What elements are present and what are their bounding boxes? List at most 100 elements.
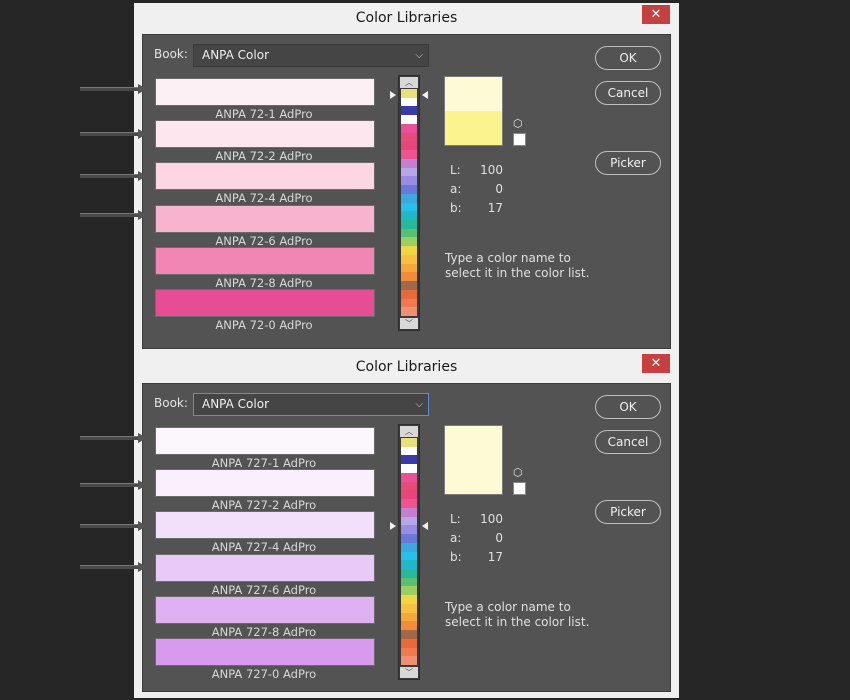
pointer-arrow-icon bbox=[80, 562, 148, 572]
lab-L-label: L: bbox=[450, 512, 461, 526]
swatch-label: ANPA 727-2 AdPro bbox=[211, 498, 317, 512]
dialog-body: Book: ANPA Color ⌵ ANPA 727-1 AdPro ANPA … bbox=[142, 383, 671, 692]
color-preview bbox=[444, 425, 503, 495]
lab-b-value: 17 bbox=[487, 550, 503, 564]
pointer-arrow-icon bbox=[80, 171, 148, 181]
color-strip-slider[interactable]: ︿ ﹀ bbox=[398, 424, 420, 680]
cancel-button[interactable]: Cancel bbox=[595, 81, 661, 105]
swatch-color bbox=[155, 638, 375, 666]
websafe-swatch[interactable] bbox=[513, 482, 526, 495]
lab-a-value: 0 bbox=[495, 531, 503, 545]
chevron-down-icon: ⌵ bbox=[415, 50, 423, 61]
swatch-color bbox=[155, 162, 375, 190]
cube-icon[interactable]: ⬡ bbox=[513, 117, 523, 130]
book-label: Book: bbox=[154, 47, 188, 61]
swatch-item[interactable]: ANPA 72-8 AdPro bbox=[155, 247, 375, 290]
strip-marker-left-icon[interactable] bbox=[390, 522, 396, 530]
swatch-item[interactable]: ANPA 72-2 AdPro bbox=[155, 120, 375, 163]
lab-b-label: b: bbox=[450, 550, 462, 564]
swatch-color bbox=[155, 554, 375, 582]
lab-a-value: 0 bbox=[495, 182, 503, 196]
strip-marker-right-icon[interactable] bbox=[422, 91, 428, 99]
swatch-label: ANPA 72-2 AdPro bbox=[215, 149, 313, 163]
preview-new-color bbox=[445, 77, 502, 111]
swatch-color bbox=[155, 247, 375, 275]
book-select[interactable]: ANPA Color ⌵ bbox=[193, 44, 429, 67]
lab-b-value: 17 bbox=[487, 201, 503, 215]
lab-a-label: a: bbox=[450, 531, 462, 545]
preview-current-color bbox=[445, 111, 502, 145]
book-select-value: ANPA Color bbox=[202, 48, 270, 62]
lab-L-label: L: bbox=[450, 163, 461, 177]
lab-a-label: a: bbox=[450, 182, 462, 196]
swatch-item[interactable]: ANPA 727-6 AdPro bbox=[155, 554, 375, 597]
swatch-color bbox=[155, 469, 375, 497]
scroll-down-arrow-icon[interactable]: ﹀ bbox=[400, 318, 418, 329]
cancel-button[interactable]: Cancel bbox=[595, 430, 661, 454]
swatch-label: ANPA 727-8 AdPro bbox=[211, 625, 317, 639]
dialog-title: Color Libraries bbox=[355, 10, 458, 26]
swatch-color bbox=[155, 289, 375, 317]
swatch-item[interactable]: ANPA 727-0 AdPro bbox=[155, 638, 375, 681]
pointer-arrow-icon bbox=[80, 480, 148, 490]
lab-b-label: b: bbox=[450, 201, 462, 215]
book-select[interactable]: ANPA Color ⌵ bbox=[193, 393, 429, 416]
ok-button[interactable]: OK bbox=[595, 395, 661, 419]
preview-current-color bbox=[445, 460, 502, 494]
swatch-label: ANPA 727-6 AdPro bbox=[211, 583, 317, 597]
cube-icon[interactable]: ⬡ bbox=[513, 466, 523, 479]
lab-L-value: 100 bbox=[480, 512, 503, 526]
swatch-label: ANPA 72-1 AdPro bbox=[215, 107, 313, 121]
swatch-item[interactable]: ANPA 727-1 AdPro bbox=[155, 427, 375, 470]
swatch-color bbox=[155, 427, 375, 455]
swatch-item[interactable]: ANPA 727-2 AdPro bbox=[155, 469, 375, 512]
color-strip-slider[interactable]: ︿ ﹀ bbox=[398, 75, 420, 331]
swatch-label: ANPA 72-0 AdPro bbox=[215, 318, 313, 332]
swatch-item[interactable]: ANPA 727-4 AdPro bbox=[155, 511, 375, 554]
pointer-arrow-icon bbox=[80, 129, 148, 139]
color-preview bbox=[444, 76, 503, 146]
strip-color-band bbox=[401, 656, 417, 666]
scroll-down-arrow-icon[interactable]: ﹀ bbox=[400, 667, 418, 678]
swatch-item[interactable]: ANPA 72-1 AdPro bbox=[155, 78, 375, 121]
strip-marker-right-icon[interactable] bbox=[422, 522, 428, 530]
color-libraries-dialog: Color Libraries ✕ Book: ANPA Color ⌵ ANPA… bbox=[134, 352, 679, 698]
swatch-color bbox=[155, 205, 375, 233]
hint-text: Type a color name to select it in the co… bbox=[445, 600, 590, 629]
websafe-swatch[interactable] bbox=[513, 133, 526, 146]
picker-button[interactable]: Picker bbox=[595, 500, 661, 524]
swatch-color bbox=[155, 596, 375, 624]
swatch-label: ANPA 727-0 AdPro bbox=[211, 667, 317, 681]
swatch-item[interactable]: ANPA 727-8 AdPro bbox=[155, 596, 375, 639]
dialog-body: Book: ANPA Color ⌵ ANPA 72-1 AdPro ANPA 7… bbox=[142, 34, 671, 349]
swatch-item[interactable]: ANPA 72-6 AdPro bbox=[155, 205, 375, 248]
swatch-item[interactable]: ANPA 72-4 AdPro bbox=[155, 162, 375, 205]
dialog-title: Color Libraries bbox=[355, 359, 458, 375]
strip-color-band bbox=[401, 307, 417, 317]
swatch-color bbox=[155, 120, 375, 148]
picker-button[interactable]: Picker bbox=[595, 151, 661, 175]
lab-L-value: 100 bbox=[480, 163, 503, 177]
pointer-arrow-icon bbox=[80, 210, 148, 220]
swatch-color bbox=[155, 511, 375, 539]
swatch-color bbox=[155, 78, 375, 106]
swatch-label: ANPA 72-8 AdPro bbox=[215, 276, 313, 290]
scroll-up-arrow-icon[interactable]: ︿ bbox=[400, 77, 418, 88]
pointer-arrow-icon bbox=[80, 521, 148, 531]
hint-text: Type a color name to select it in the co… bbox=[445, 251, 590, 280]
swatch-label: ANPA 727-1 AdPro bbox=[211, 456, 317, 470]
ok-button[interactable]: OK bbox=[595, 46, 661, 70]
swatch-label: ANPA 72-6 AdPro bbox=[215, 234, 313, 248]
close-button[interactable]: ✕ bbox=[642, 5, 670, 24]
swatch-label: ANPA 727-4 AdPro bbox=[211, 540, 317, 554]
book-select-value: ANPA Color bbox=[202, 397, 270, 411]
pointer-arrow-icon bbox=[80, 84, 148, 94]
close-button[interactable]: ✕ bbox=[642, 354, 670, 373]
color-libraries-dialog: Color Libraries ✕ Book: ANPA Color ⌵ ANPA… bbox=[134, 3, 679, 352]
swatch-label: ANPA 72-4 AdPro bbox=[215, 191, 313, 205]
swatch-item[interactable]: ANPA 72-0 AdPro bbox=[155, 289, 375, 332]
chevron-down-icon: ⌵ bbox=[415, 399, 423, 410]
strip-marker-left-icon[interactable] bbox=[390, 91, 396, 99]
scroll-up-arrow-icon[interactable]: ︿ bbox=[400, 426, 418, 437]
book-label: Book: bbox=[154, 396, 188, 410]
